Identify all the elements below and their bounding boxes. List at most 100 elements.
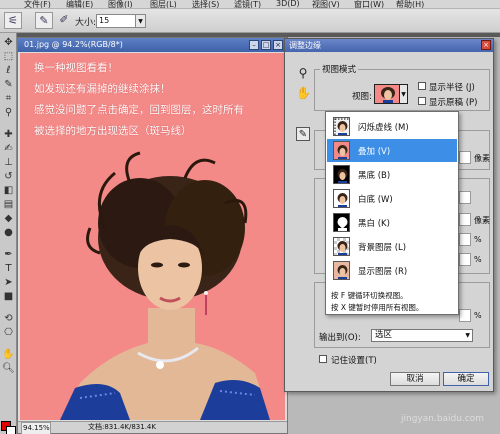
output-to-label: 输出到(O): bbox=[319, 333, 361, 343]
hand-icon[interactable]: ✋ bbox=[296, 86, 311, 100]
view-mode-on-white[interactable]: 白底 (W) bbox=[327, 187, 457, 210]
view-mode-on-layers[interactable]: 背景图层 (L) bbox=[327, 235, 457, 258]
view-mode-overlay[interactable]: 叠加 (V) bbox=[327, 139, 457, 162]
gradient-tool-icon[interactable]: ▤ bbox=[2, 199, 15, 211]
size-input[interactable]: 15 bbox=[96, 14, 136, 28]
instruction-line-1: 换一种视图看看！ bbox=[34, 62, 118, 74]
dodge-tool-icon[interactable]: ● bbox=[2, 227, 15, 239]
instruction-line-2: 如发现还有漏掉的继续涂抹！ bbox=[34, 83, 171, 95]
on-white-icon bbox=[333, 189, 350, 208]
cancel-button[interactable]: 取消 bbox=[390, 372, 440, 386]
document-info: 文档:831.4K/831.4K bbox=[88, 423, 156, 431]
history-brush-icon[interactable]: ↺ bbox=[2, 171, 15, 183]
on-black-icon bbox=[333, 165, 350, 184]
smooth-field[interactable] bbox=[459, 191, 471, 204]
feather-unit: 像素 bbox=[474, 216, 490, 225]
shift-edge-field[interactable] bbox=[459, 253, 471, 266]
stamp-tool-icon[interactable]: ⊥ bbox=[2, 157, 15, 169]
menu-bar: 文件(F) 编辑(E) 图像(I) 图层(L) 选择(S) 滤镜(T) 3D(D… bbox=[0, 0, 500, 9]
black-white-icon bbox=[333, 213, 350, 232]
radius-unit: 像素 bbox=[474, 154, 490, 163]
reveal-layer-icon bbox=[333, 261, 350, 280]
menu-view[interactable]: 视图(V) bbox=[312, 0, 340, 8]
maximize-icon[interactable]: □ bbox=[261, 40, 271, 50]
view-mode-dropdown-icon[interactable]: ▼ bbox=[400, 84, 408, 104]
3d-rotate-tool-icon[interactable]: ⟲ bbox=[2, 313, 15, 325]
remember-settings-checkbox[interactable] bbox=[319, 355, 327, 363]
document-window: 01.jpg @ 94.2%(RGB/8*) – □ × 换一种视图看看！ 如发… bbox=[17, 37, 288, 434]
menu-filter[interactable]: 滤镜(T) bbox=[234, 0, 261, 8]
view-mode-marching-ants[interactable]: 闪烁虚线 (M) bbox=[327, 115, 457, 138]
healing-tool-icon[interactable]: ✚ bbox=[2, 129, 15, 141]
feather-field[interactable] bbox=[459, 213, 471, 226]
path-select-tool-icon[interactable]: ➤ bbox=[2, 277, 15, 289]
amount-unit: % bbox=[474, 311, 482, 320]
view-mode-thumbnail[interactable] bbox=[374, 84, 400, 104]
menu-help[interactable]: 帮助(H) bbox=[396, 0, 424, 8]
refine-radius-tool-icon[interactable]: ✎ bbox=[35, 12, 53, 29]
zoom-tool-icon[interactable]: 🔍︎ bbox=[2, 363, 15, 375]
menu-layer[interactable]: 图层(L) bbox=[150, 0, 177, 8]
menu-image[interactable]: 图像(I) bbox=[108, 0, 133, 8]
hint-disable-views: 按 X 键暂时停用所有视图。 bbox=[331, 303, 424, 312]
zoom-level-field[interactable]: 94.15% bbox=[21, 422, 51, 434]
crop-tool-icon[interactable]: ⌗ bbox=[2, 93, 15, 105]
show-original-checkbox[interactable] bbox=[418, 97, 426, 105]
size-dropdown-icon[interactable]: ▼ bbox=[136, 14, 146, 28]
eyedropper-tool-icon[interactable]: ⚲ bbox=[2, 107, 15, 119]
view-mode-on-black[interactable]: 黑底 (B) bbox=[327, 163, 457, 186]
3d-camera-tool-icon[interactable]: ⎔ bbox=[2, 327, 15, 339]
ok-button[interactable]: 确定 bbox=[443, 372, 489, 386]
menu-3d[interactable]: 3D(D) bbox=[276, 0, 300, 8]
erase-refinements-icon[interactable]: ✐ bbox=[55, 12, 73, 29]
move-tool-icon[interactable]: ✥ bbox=[2, 37, 15, 49]
tools-panel: ✥ ⬚ ℓ ✎ ⌗ ⚲ ✚ ✍ ⊥ ↺ ◧ ▤ ◆ ● ✒ T ➤ ■ ⟲ ⎔ … bbox=[0, 33, 17, 434]
eraser-tool-icon[interactable]: ◧ bbox=[2, 185, 15, 197]
document-title: 01.jpg @ 94.2%(RGB/8*) bbox=[18, 38, 287, 52]
view-label: 视图: bbox=[352, 92, 372, 102]
view-mode-black-white[interactable]: 黑白 (K) bbox=[327, 211, 457, 234]
output-dropdown-icon: ▼ bbox=[465, 332, 470, 339]
show-radius-checkbox[interactable] bbox=[418, 82, 426, 90]
show-original-label: 显示原稿 (P) bbox=[429, 98, 478, 108]
view-mode-menu: 闪烁虚线 (M) 叠加 (V) 黑底 (B) 白底 (W) 黑白 (K) 背景图… bbox=[325, 111, 459, 315]
instruction-line-4: 被选择的地方出现选区（斑马线） bbox=[34, 125, 192, 137]
hint-cycle-views: 按 F 键循环切换视图。 bbox=[331, 291, 408, 300]
amount-field[interactable] bbox=[459, 309, 471, 322]
hand-tool-icon[interactable]: ✋ bbox=[2, 349, 15, 361]
dialog-close-icon[interactable]: × bbox=[481, 40, 491, 50]
blur-tool-icon[interactable]: ◆ bbox=[2, 213, 15, 225]
menu-window[interactable]: 窗口(W) bbox=[354, 0, 384, 8]
menu-edit[interactable]: 编辑(E) bbox=[66, 0, 93, 8]
shape-tool-icon[interactable]: ■ bbox=[2, 291, 15, 303]
shift-edge-unit: % bbox=[474, 255, 482, 264]
marquee-tool-icon[interactable]: ⬚ bbox=[2, 51, 15, 63]
dialog-title: 调整边缘 bbox=[285, 39, 493, 52]
zoom-icon[interactable]: ⚲ bbox=[296, 66, 310, 80]
radius-field[interactable] bbox=[459, 151, 471, 164]
remember-settings-label: 记住设置(T) bbox=[331, 356, 377, 366]
status-bar: 94.15% 文档:831.4K/831.4K bbox=[18, 421, 287, 434]
image-canvas[interactable]: 换一种视图看看！ 如发现还有漏掉的继续涂抹！ 感觉没问题了点击确定，回到图层，这… bbox=[20, 53, 285, 420]
watermark: jingyan.baidu.com bbox=[401, 414, 485, 424]
quick-selection-tool-icon[interactable]: ⚟ bbox=[4, 12, 22, 29]
minimize-icon[interactable]: – bbox=[249, 40, 259, 50]
instruction-line-3: 感觉没问题了点击确定，回到图层，这时所有 bbox=[34, 104, 244, 116]
show-radius-label: 显示半径 (J) bbox=[429, 83, 475, 93]
pen-tool-icon[interactable]: ✒ bbox=[2, 249, 15, 261]
view-mode-reveal-layer[interactable]: 显示图层 (R) bbox=[327, 259, 457, 282]
refine-radius-icon[interactable]: ✎ bbox=[296, 127, 310, 141]
on-layers-icon bbox=[333, 237, 350, 256]
type-tool-icon[interactable]: T bbox=[2, 263, 15, 275]
marching-ants-icon bbox=[333, 117, 350, 136]
close-icon[interactable]: × bbox=[273, 40, 283, 50]
menu-file[interactable]: 文件(F) bbox=[24, 0, 51, 8]
background-color-swatch[interactable] bbox=[6, 426, 16, 434]
quick-select-tool-icon[interactable]: ✎ bbox=[2, 79, 15, 91]
view-mode-group-title: 视图模式 bbox=[320, 63, 359, 75]
contrast-field[interactable] bbox=[459, 233, 471, 246]
menu-select[interactable]: 选择(S) bbox=[192, 0, 219, 8]
lasso-tool-icon[interactable]: ℓ bbox=[2, 65, 15, 77]
output-to-select[interactable]: 选区 ▼ bbox=[371, 329, 473, 342]
brush-tool-icon[interactable]: ✍ bbox=[2, 143, 15, 155]
